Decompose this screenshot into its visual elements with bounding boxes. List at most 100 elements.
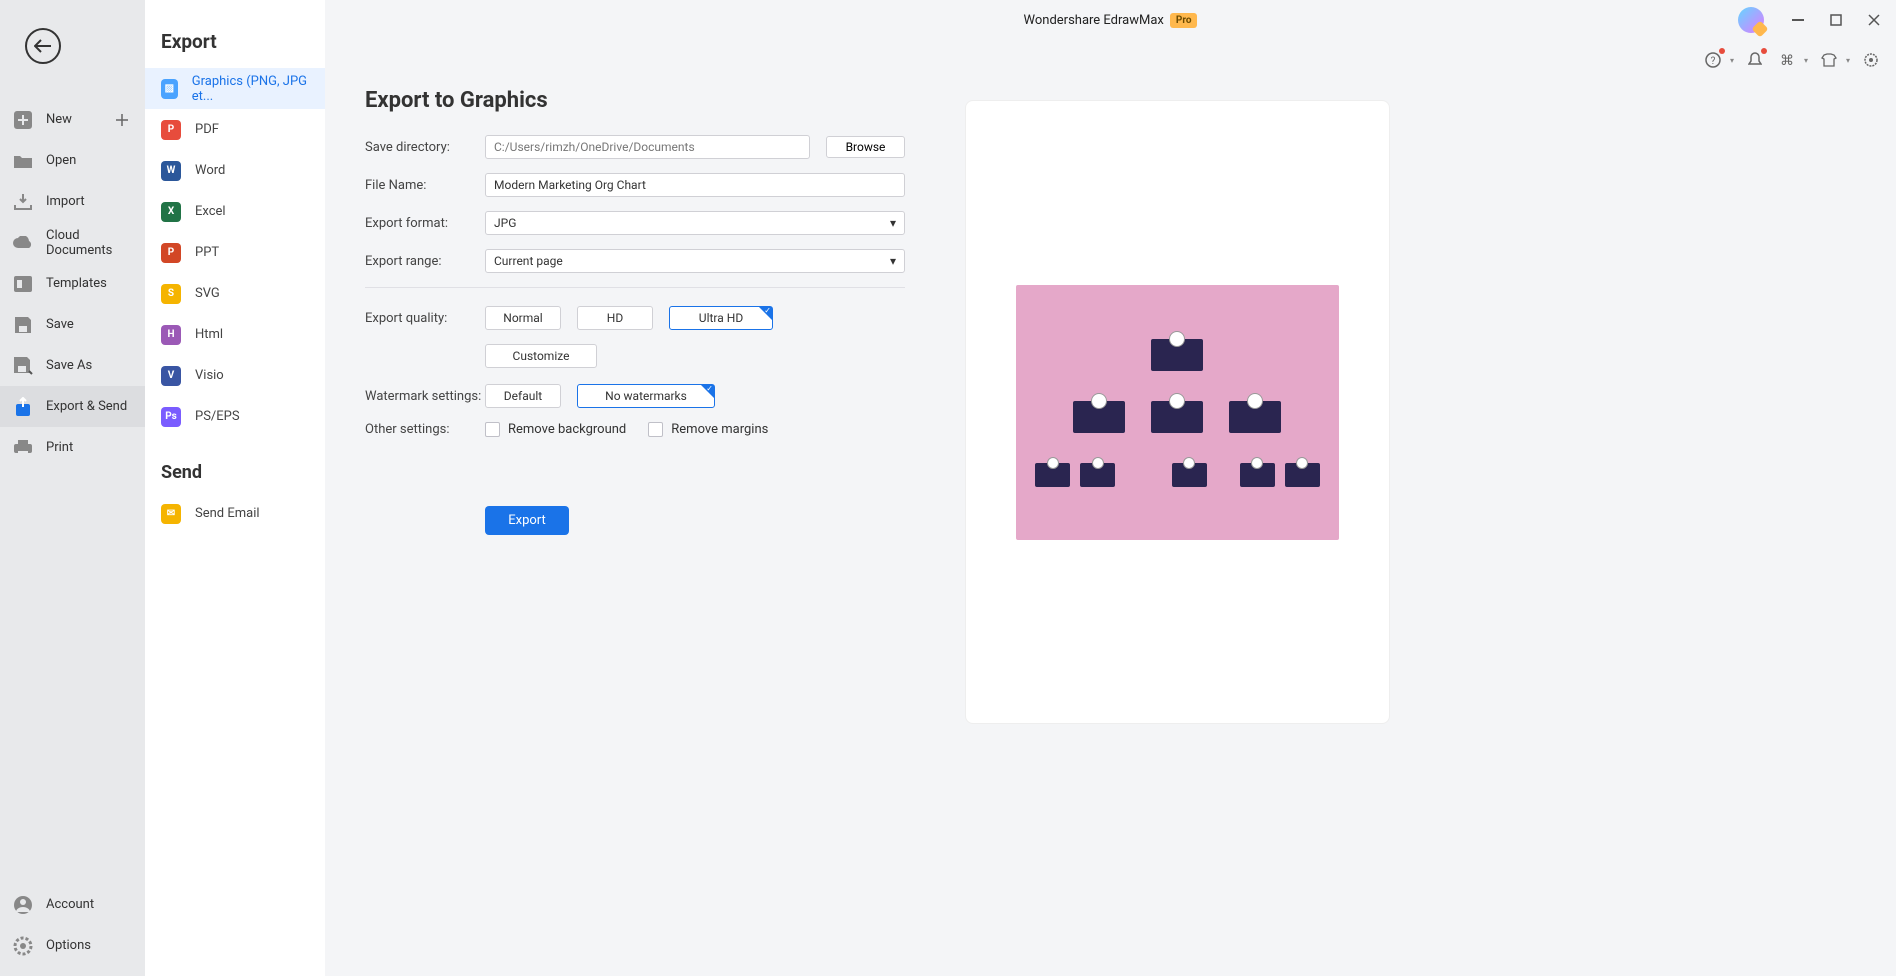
label-export-quality: Export quality: (365, 311, 485, 326)
pro-badge: Pro (1170, 13, 1198, 28)
nav-label: Export & Send (46, 399, 127, 414)
send-title: Send (145, 437, 325, 493)
remove-background-checkbox[interactable]: Remove background (485, 422, 626, 437)
watermark-none-button[interactable]: No watermarks (577, 384, 715, 408)
add-icon[interactable] (111, 109, 133, 131)
nav-label: Open (46, 153, 76, 168)
gear-icon (12, 935, 34, 957)
nav-account[interactable]: Account (0, 884, 145, 925)
nav-options[interactable]: Options (0, 925, 145, 966)
watermark-default-button[interactable]: Default (485, 384, 561, 408)
file-name-input[interactable]: Modern Marketing Org Chart (485, 173, 905, 197)
label-watermark: Watermark settings: (365, 389, 485, 404)
send-item-label: Send Email (195, 506, 260, 521)
maximize-button[interactable] (1824, 8, 1848, 32)
bell-icon[interactable] (1744, 49, 1766, 71)
back-button[interactable] (25, 28, 61, 64)
folder-icon (12, 150, 34, 172)
row-export-format: Export format: JPG ▾ (365, 211, 905, 235)
image-icon: ▨ (161, 79, 178, 99)
nav-label: Import (46, 194, 85, 209)
quality-ultrahd-button[interactable]: Ultra HD (669, 306, 773, 330)
left-sidebar: New Open Import Cloud Documents Template… (0, 0, 145, 976)
export-range-value: Current page (494, 254, 563, 268)
chevron-down-icon[interactable]: ▾ (1846, 56, 1850, 65)
word-icon: W (161, 161, 181, 181)
nav-templates[interactable]: Templates (0, 263, 145, 304)
export-format-select[interactable]: JPG ▾ (485, 211, 905, 235)
avatar[interactable] (1738, 7, 1764, 33)
save-icon (12, 314, 34, 336)
form-heading: Export to Graphics (365, 88, 905, 113)
label-export-format: Export format: (365, 216, 485, 231)
checkbox-icon (648, 422, 663, 437)
svg-icon: S (161, 284, 181, 304)
nav-save[interactable]: Save (0, 304, 145, 345)
send-email[interactable]: ✉ Send Email (145, 493, 325, 534)
excel-icon: X (161, 202, 181, 222)
chevron-down-icon[interactable]: ▾ (1730, 56, 1734, 65)
chevron-down-icon[interactable]: ▾ (1804, 56, 1808, 65)
browse-button[interactable]: Browse (826, 136, 905, 158)
nav-save-as[interactable]: Save As (0, 345, 145, 386)
quality-button-group: Normal HD Ultra HD (485, 306, 773, 330)
preview-image (1016, 285, 1339, 540)
row-file-name: File Name: Modern Marketing Org Chart (365, 173, 905, 197)
top-toolbar: ? ▾ ⌘ ▾ ▾ (325, 40, 1896, 80)
label-save-directory: Save directory: (365, 140, 485, 155)
customize-button[interactable]: Customize (485, 344, 597, 368)
export-graphics[interactable]: ▨ Graphics (PNG, JPG et... (145, 68, 325, 109)
minimize-button[interactable] (1786, 8, 1810, 32)
save-as-icon (12, 355, 34, 377)
help-icon[interactable]: ? (1702, 49, 1724, 71)
close-button[interactable] (1862, 8, 1886, 32)
tshirt-icon[interactable] (1818, 49, 1840, 71)
label-other: Other settings: (365, 422, 485, 437)
nav-import[interactable]: Import (0, 181, 145, 222)
nav-new[interactable]: New (0, 99, 145, 140)
export-svg[interactable]: S SVG (145, 273, 325, 314)
export-excel[interactable]: X Excel (145, 191, 325, 232)
label-file-name: File Name: (365, 178, 485, 193)
chevron-down-icon: ▾ (890, 254, 896, 268)
nav-print[interactable]: Print (0, 427, 145, 468)
export-ppt[interactable]: P PPT (145, 232, 325, 273)
quality-normal-button[interactable]: Normal (485, 306, 561, 330)
export-visio[interactable]: V Visio (145, 355, 325, 396)
nav-label: Cloud Documents (46, 228, 133, 258)
plus-square-icon (12, 109, 34, 131)
export-item-label: Excel (195, 204, 226, 219)
export-pdf[interactable]: P PDF (145, 109, 325, 150)
nav-label: Save (46, 317, 74, 332)
save-directory-input[interactable]: C:/Users/rimzh/OneDrive/Documents (485, 135, 810, 159)
export-item-label: PDF (195, 122, 219, 137)
remove-margins-label: Remove margins (671, 422, 768, 437)
chevron-down-icon: ▾ (890, 216, 896, 230)
settings-icon[interactable] (1860, 49, 1882, 71)
check-icon (759, 307, 772, 320)
quality-hd-button[interactable]: HD (577, 306, 653, 330)
email-icon: ✉ (161, 504, 181, 524)
nav-label: Print (46, 440, 73, 455)
export-html[interactable]: H Html (145, 314, 325, 355)
keyboard-shortcut-icon[interactable]: ⌘ (1776, 49, 1798, 71)
export-word[interactable]: W Word (145, 150, 325, 191)
nav-label: New (46, 112, 72, 127)
export-item-label: Visio (195, 368, 224, 383)
export-panel: Export ▨ Graphics (PNG, JPG et... P PDF … (145, 0, 325, 976)
export-button[interactable]: Export (485, 506, 569, 535)
preview-area (965, 80, 1856, 976)
export-pseps[interactable]: Ps PS/EPS (145, 396, 325, 437)
export-format-value: JPG (494, 216, 516, 230)
nav-open[interactable]: Open (0, 140, 145, 181)
nav-label: Account (46, 897, 94, 912)
export-range-select[interactable]: Current page ▾ (485, 249, 905, 273)
main-area: Wondershare EdrawMax Pro ? ▾ ⌘ ▾ ▾ Expor… (325, 0, 1896, 976)
nav-cloud-documents[interactable]: Cloud Documents (0, 222, 145, 263)
export-item-label: Graphics (PNG, JPG et... (192, 74, 309, 104)
nav-export-send[interactable]: Export & Send (0, 386, 145, 427)
cloud-icon (12, 232, 34, 254)
remove-margins-checkbox[interactable]: Remove margins (648, 422, 768, 437)
quality-ultrahd-label: Ultra HD (699, 311, 743, 325)
row-export-quality: Export quality: Normal HD Ultra HD (365, 306, 905, 330)
